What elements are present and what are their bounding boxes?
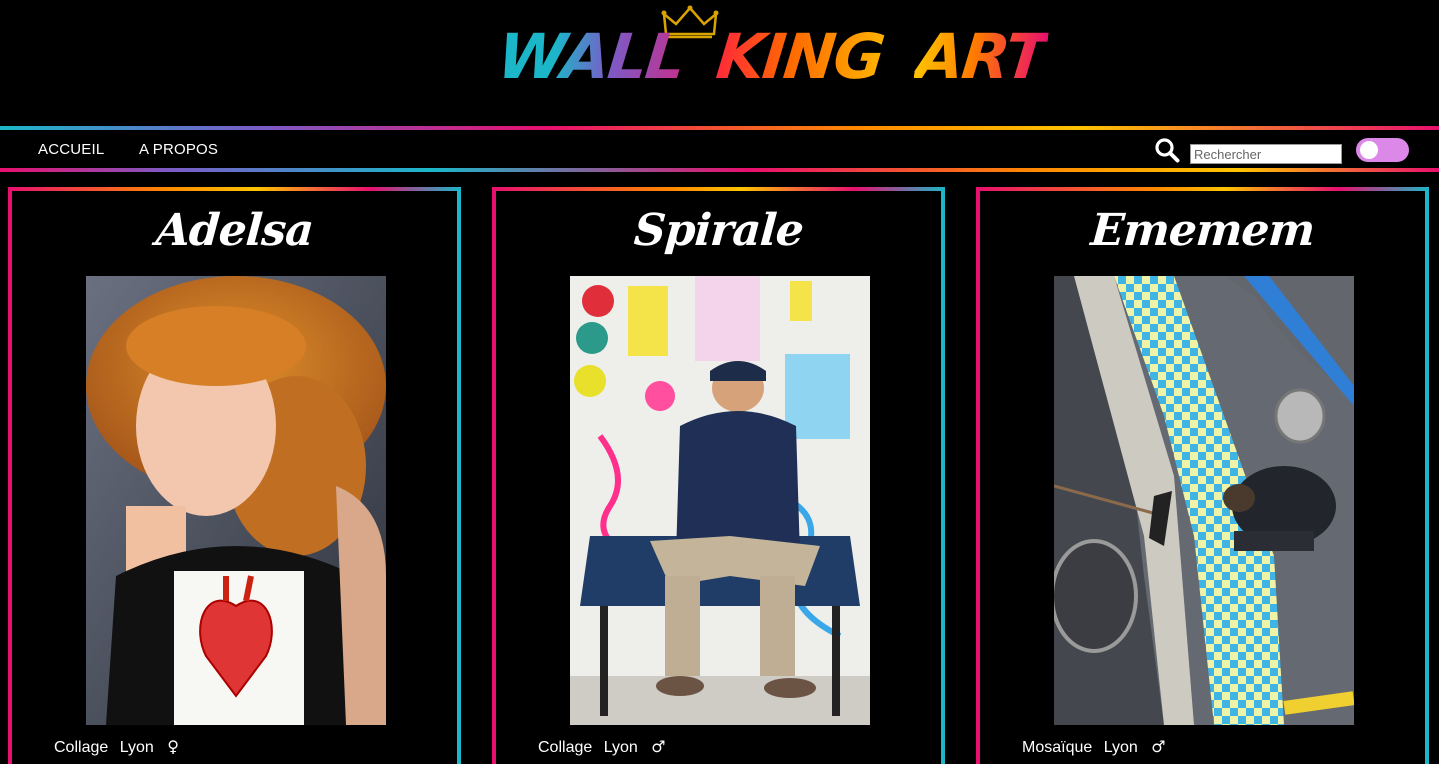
toggle-knob bbox=[1360, 141, 1378, 159]
logo-word-wall: WALL bbox=[494, 20, 688, 93]
male-icon: ♂ bbox=[651, 737, 666, 756]
logo-text: WALL KING ART bbox=[494, 20, 1050, 93]
artist-meta: Collage Lyon ♂ bbox=[538, 737, 673, 757]
main-nav: ACCUEIL A PROPOS bbox=[0, 130, 1439, 168]
artist-card-spirale[interactable]: Spirale Collage Lyon ♂ bbox=[492, 187, 945, 764]
male-icon: ♂ bbox=[1151, 737, 1166, 756]
artist-technique: Collage bbox=[54, 739, 109, 756]
artist-meta: Mosaïque Lyon ♂ bbox=[1022, 737, 1173, 757]
artist-meta: Collage Lyon ♀ bbox=[54, 737, 186, 757]
nav-bottom-divider bbox=[0, 168, 1439, 172]
card-top-border bbox=[492, 187, 945, 191]
artist-technique: Mosaïque bbox=[1022, 739, 1093, 756]
artist-name: Spirale bbox=[632, 205, 805, 256]
artist-card-ememem[interactable]: Ememem Mosaïque Lyon ♂ bbox=[976, 187, 1429, 764]
artist-city: Lyon bbox=[1103, 739, 1138, 756]
artist-city: Lyon bbox=[603, 739, 638, 756]
artist-name: Ememem bbox=[1089, 205, 1316, 256]
artist-photo[interactable] bbox=[86, 276, 386, 725]
site-logo[interactable]: WALL KING ART bbox=[494, 5, 1049, 93]
card-top-border bbox=[976, 187, 1429, 191]
logo-word-king: KING bbox=[712, 20, 887, 93]
nav-link-a-propos[interactable]: A PROPOS bbox=[139, 141, 218, 158]
nav-link-accueil[interactable]: ACCUEIL bbox=[38, 141, 104, 158]
artist-technique: Collage bbox=[538, 739, 593, 756]
artist-photo[interactable] bbox=[1054, 276, 1354, 725]
search-input[interactable] bbox=[1190, 144, 1342, 164]
artist-photo[interactable] bbox=[570, 276, 870, 725]
search-icon[interactable] bbox=[1154, 137, 1180, 163]
site-header: WALL KING ART bbox=[0, 0, 1439, 126]
artist-name: Adelsa bbox=[154, 205, 315, 256]
female-icon: ♀ bbox=[167, 737, 179, 756]
artist-card-adelsa[interactable]: Adelsa Collage Lyon ♀ bbox=[8, 187, 461, 764]
logo-word-art: ART bbox=[912, 20, 1050, 93]
theme-toggle[interactable] bbox=[1356, 138, 1409, 162]
artist-city: Lyon bbox=[119, 739, 154, 756]
card-top-border bbox=[8, 187, 461, 191]
